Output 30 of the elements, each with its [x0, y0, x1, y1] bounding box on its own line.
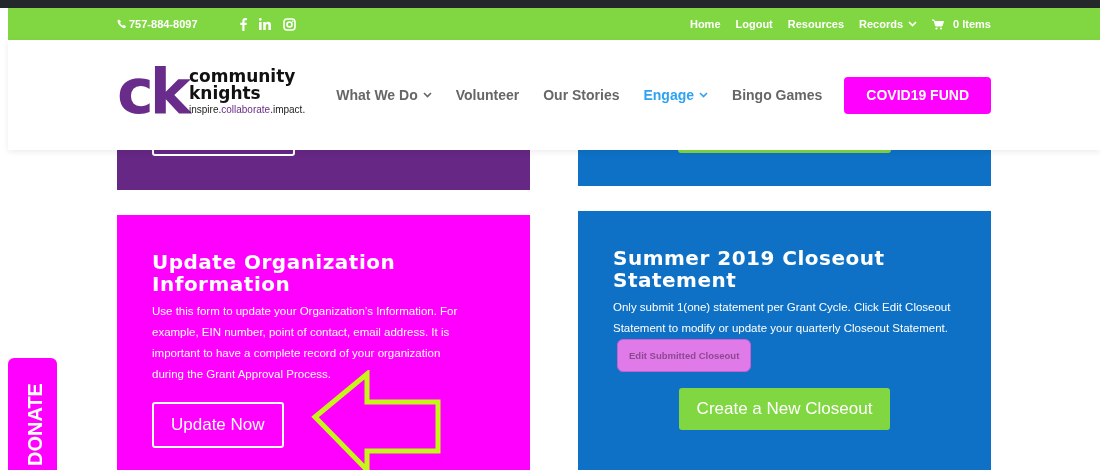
card-button[interactable]: Create a New Closeout: [678, 388, 891, 430]
donate-tab[interactable]: DONATE: [8, 358, 57, 470]
top-link[interactable]: Logout: [735, 15, 773, 33]
donate-label: DONATE: [23, 383, 47, 466]
nav-link[interactable]: Bingo Games: [732, 84, 823, 106]
cart-items[interactable]: 0 Items: [953, 15, 991, 33]
top-link[interactable]: Records: [859, 15, 918, 33]
phone-number[interactable]: 757-884-8097: [129, 15, 198, 33]
phone-icon: [117, 19, 127, 29]
logo-tagline: inspire.collaborate.impact.: [189, 103, 306, 117]
nav-link[interactable]: Volunteer: [455, 84, 520, 106]
nav-link[interactable]: Our Stories: [543, 84, 620, 106]
card-text: Only submit 1(one) statement per Grant Cycle. Click Edit Closeout Statement to modify or update your quarterly Closeout Statement. Edit Submitted Closeout: [613, 297, 956, 372]
logo-text: knights: [189, 84, 261, 102]
card-button[interactable]: Update Now: [152, 402, 284, 448]
facebook-icon[interactable]: [239, 17, 247, 31]
card-title: Summer 2019 Closeout Statement: [613, 247, 886, 291]
card-text: Use this form to update your Organization’s Information. For example, EIN number, point of contact, email address. It is important to have a complete record of your organization during the Grant Approval Process.: [152, 304, 459, 382]
nav-link[interactable]: Engage: [643, 84, 709, 106]
card-title: Update Organization Information: [152, 251, 397, 295]
top-link[interactable]: Home: [689, 15, 721, 33]
covid-fund-button[interactable]: COVID19 FUND: [844, 76, 991, 114]
logo-text: community: [189, 67, 297, 85]
linkedin-icon[interactable]: [258, 18, 271, 30]
logo-mark: ck: [117, 67, 187, 117]
instagram-icon[interactable]: [282, 17, 296, 31]
nav-link[interactable]: What We Do: [336, 84, 432, 106]
edit-closeout-button[interactable]: Edit Submitted Closeout: [617, 339, 752, 372]
top-link[interactable]: Resources: [787, 15, 845, 33]
cart-icon[interactable]: [932, 18, 945, 30]
